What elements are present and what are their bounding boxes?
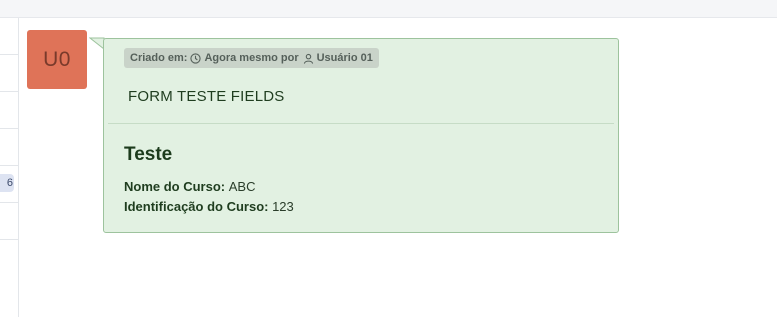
avatar: U0	[27, 30, 87, 89]
created-label: Criado em:	[130, 52, 188, 64]
user-icon	[303, 53, 314, 64]
field-value: ABC	[228, 179, 256, 194]
field-label: Nome do Curso:	[124, 179, 229, 194]
list-row-divider	[0, 128, 19, 129]
count-badge: 6	[0, 174, 14, 192]
field-value: 123	[272, 199, 294, 214]
list-row-divider	[0, 54, 19, 55]
author-name[interactable]: Usuário 01	[317, 52, 373, 64]
field-label: Identificação do Curso:	[124, 199, 273, 214]
top-bar	[0, 0, 777, 18]
clock-icon	[190, 52, 202, 64]
list-row-divider	[0, 165, 19, 166]
created-time: Agora mesmo por	[204, 52, 299, 64]
section-title: Teste	[124, 144, 173, 165]
left-list-panel: 6	[0, 18, 19, 317]
list-row-divider	[0, 239, 19, 240]
form-title: FORM TESTE FIELDS	[128, 88, 285, 105]
list-row-divider	[0, 91, 19, 92]
field-row: Identificação do Curso: 123	[124, 199, 294, 214]
divider	[108, 123, 614, 124]
message-meta: Criado em: Agora mesmo por Usuário 01	[124, 48, 379, 68]
message-bubble: Criado em: Agora mesmo por Usuário 01 FO…	[103, 38, 619, 233]
list-row-divider	[0, 202, 19, 203]
field-row: Nome do Curso: ABC	[124, 179, 255, 194]
